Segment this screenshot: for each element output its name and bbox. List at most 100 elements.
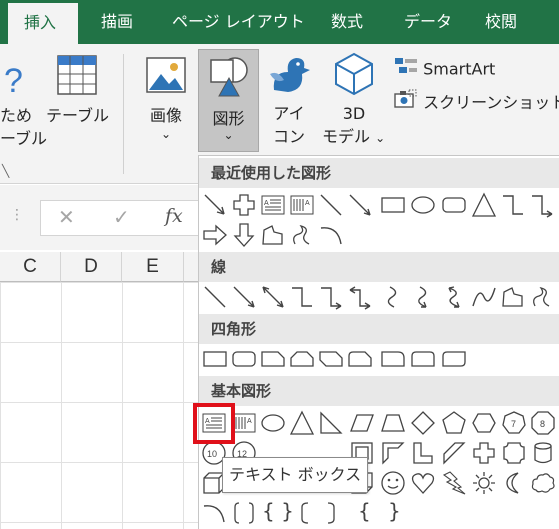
curved-double-arrow-connector-shape-icon[interactable] [441, 284, 467, 310]
rectangle-shape-icon[interactable] [380, 192, 406, 218]
trapezoid-shape-icon[interactable] [380, 410, 406, 436]
snip-diagonal-rectangle-shape-icon[interactable] [318, 346, 344, 372]
sun-shape-icon[interactable] [471, 470, 497, 496]
text-box-highlight [193, 403, 235, 444]
right-brace-shape-icon[interactable]: } [388, 499, 401, 523]
svg-text:?: ? [4, 62, 23, 98]
column-header-e[interactable]: E [122, 252, 184, 282]
moon-shape-icon[interactable] [501, 470, 527, 496]
rounded-rectangle-shape-icon[interactable] [441, 192, 467, 218]
smiley-face-shape-icon[interactable] [380, 470, 406, 496]
vertical-text-box-shape-icon[interactable]: A [289, 192, 315, 218]
tab-insert[interactable]: 挿入 [8, 3, 78, 44]
cross-shape-icon[interactable] [471, 440, 497, 466]
line-shape-icon[interactable] [318, 192, 344, 218]
plus-shape-icon[interactable] [231, 192, 257, 218]
tab-review[interactable]: 校閲 [485, 0, 517, 44]
line-arrow-shape-icon[interactable] [231, 284, 257, 310]
snip-same-side-rectangle-shape-icon[interactable] [289, 346, 315, 372]
right-bracket-shape-icon[interactable] [318, 500, 344, 526]
worksheet-grid[interactable] [0, 282, 200, 529]
elbow-arrow-connector-shape-icon[interactable] [529, 192, 555, 218]
insert-function-icon[interactable]: fx [165, 205, 183, 227]
arc-shape-icon[interactable] [318, 222, 344, 248]
shapes-button[interactable]: 図形 ⌄ [198, 49, 259, 152]
heptagon-number: 7 [511, 419, 516, 429]
text-box-shape-icon[interactable]: A [260, 192, 286, 218]
triangle-shape-icon[interactable] [289, 410, 315, 436]
freeform-shape-icon[interactable] [260, 222, 286, 248]
snip-round-rectangle-shape-icon[interactable] [347, 346, 373, 372]
freeform-shape-icon[interactable] [500, 284, 526, 310]
column-header-d[interactable]: D [61, 252, 122, 282]
image-button[interactable]: 画像 ⌄ [140, 54, 192, 141]
bracket-pair-shape-icon[interactable] [231, 500, 257, 526]
table-icon [46, 54, 108, 102]
curved-connector-shape-icon[interactable] [380, 284, 406, 310]
left-bracket-shape-icon[interactable] [292, 500, 318, 526]
heart-shape-icon[interactable] [410, 470, 436, 496]
round-single-corner-rectangle-shape-icon[interactable] [380, 346, 406, 372]
snip-single-corner-rectangle-shape-icon[interactable] [260, 346, 286, 372]
image-chevron-icon: ⌄ [160, 127, 172, 141]
hexagon-shape-icon[interactable] [471, 410, 497, 436]
triangle-shape-icon[interactable] [471, 192, 497, 218]
down-arrow-shape-icon[interactable] [231, 222, 257, 248]
cloud-shape-icon[interactable] [530, 470, 556, 496]
3d-models-button[interactable]: 3D モデル ⌄ [320, 50, 388, 150]
picture-icon [140, 54, 192, 102]
arrow-line-shape-icon[interactable] [347, 192, 373, 218]
elbow-arrow-connector-shape-icon[interactable] [318, 284, 344, 310]
rounded-rectangle-shape-icon[interactable] [231, 346, 257, 372]
rectangle-shape-icon[interactable] [202, 346, 228, 372]
elbow-double-arrow-connector-shape-icon[interactable] [347, 284, 373, 310]
right-arrow-shape-icon[interactable] [202, 222, 228, 248]
octagon-shape-icon[interactable]: 8 [530, 410, 556, 436]
smartart-button[interactable]: SmartArt [394, 56, 495, 82]
scribble-shape-icon[interactable] [529, 284, 555, 310]
curve-shape-icon[interactable] [471, 284, 497, 310]
double-arrow-line-shape-icon[interactable] [260, 284, 286, 310]
oval-shape-icon[interactable] [410, 192, 436, 218]
elbow-connector-shape-icon[interactable] [289, 284, 315, 310]
plaque-shape-icon[interactable] [501, 440, 527, 466]
screenshot-button[interactable]: スクリーンショット ⌄ [394, 88, 559, 114]
half-frame-shape-icon[interactable] [380, 440, 406, 466]
diamond-shape-icon[interactable] [410, 410, 436, 436]
cancel-icon[interactable]: ✕ [58, 205, 75, 229]
enter-icon[interactable]: ✓ [113, 205, 130, 229]
ribbon-tab-bar: 挿入 描画 ページ レイアウト 数式 データ 校閲 [0, 0, 559, 44]
icons-label-line1: アイ [273, 104, 305, 123]
diagonal-stripe-shape-icon[interactable] [441, 440, 467, 466]
lightning-bolt-shape-icon[interactable] [441, 470, 467, 496]
ribbon-separator [123, 54, 124, 174]
scribble-shape-icon[interactable] [289, 222, 315, 248]
octagon-number: 8 [540, 419, 545, 429]
line-shape-icon[interactable] [202, 284, 228, 310]
shapes-icon [207, 54, 251, 102]
right-triangle-shape-icon[interactable] [318, 410, 344, 436]
left-brace-shape-icon[interactable]: { [358, 499, 371, 523]
tab-draw[interactable]: 描画 [101, 0, 133, 44]
l-shape-icon[interactable] [410, 440, 436, 466]
icons-button[interactable]: アイ コン [264, 50, 314, 148]
curved-arrow-connector-shape-icon[interactable] [410, 284, 436, 310]
heptagon-shape-icon[interactable]: 7 [501, 410, 527, 436]
tab-page-layout[interactable]: ページ レイアウト [172, 0, 305, 44]
arc-shape-icon[interactable] [201, 500, 227, 526]
column-header-c[interactable]: C [0, 252, 61, 282]
can-shape-icon[interactable] [530, 440, 556, 466]
tab-data[interactable]: データ [404, 0, 452, 44]
elbow-connector-shape-icon[interactable] [500, 192, 526, 218]
round-diagonal-rectangle-shape-icon[interactable] [441, 346, 467, 372]
recommended-tables-button[interactable]: ? [0, 58, 42, 100]
smartart-label: SmartArt [423, 59, 496, 79]
round-same-side-rectangle-shape-icon[interactable] [410, 346, 436, 372]
tab-formulas[interactable]: 数式 [331, 0, 363, 44]
table-button[interactable]: テーブル [46, 54, 109, 127]
brace-pair-shape-icon[interactable]: { } [262, 499, 294, 523]
line-arrow-shape-icon[interactable] [202, 192, 228, 218]
oval-shape-icon[interactable] [260, 410, 286, 436]
pentagon-shape-icon[interactable] [441, 410, 467, 436]
parallelogram-shape-icon[interactable] [349, 410, 375, 436]
